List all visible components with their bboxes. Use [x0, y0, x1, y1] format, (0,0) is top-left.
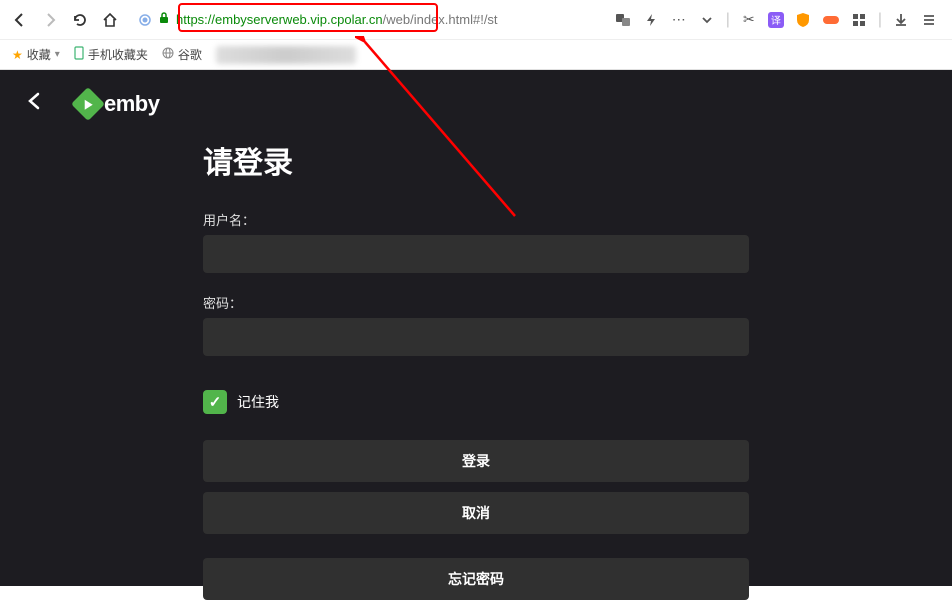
- password-label: 密码：: [203, 293, 749, 312]
- bookmark-google[interactable]: 谷歌: [162, 46, 202, 63]
- toolbar-right-icons: ⋯ | ✂ 译 |: [608, 11, 944, 29]
- back-arrow-button[interactable]: [24, 90, 52, 118]
- username-input[interactable]: [203, 235, 749, 273]
- remember-me-checkbox[interactable]: ✓: [203, 390, 227, 414]
- page-content: emby 请登录 用户名： 密码： ✓ 记住我 登录 取消 忘记密码: [0, 70, 952, 586]
- username-label: 用户名：: [203, 210, 749, 229]
- shield-icon[interactable]: [794, 11, 812, 29]
- browser-toolbar: https://embyserverweb.vip.cpolar.cn/web/…: [0, 0, 952, 40]
- page-header: emby: [0, 70, 952, 138]
- login-button[interactable]: 登录: [203, 440, 749, 482]
- check-icon: ✓: [209, 393, 222, 411]
- blurred-bookmark: [216, 46, 356, 64]
- more-icon[interactable]: ⋯: [670, 11, 688, 29]
- remember-me-row: ✓ 记住我: [203, 390, 749, 414]
- password-input[interactable]: [203, 318, 749, 356]
- emby-logo[interactable]: emby: [76, 91, 159, 117]
- menu-icon[interactable]: [920, 11, 938, 29]
- login-form: 请登录 用户名： 密码： ✓ 记住我 登录 取消 忘记密码: [91, 138, 861, 610]
- emby-play-icon: [71, 87, 105, 121]
- bookmark-mobile[interactable]: 手机收藏夹: [74, 46, 148, 63]
- bookmarks-bar: ★ 收藏 ▾ 手机收藏夹 谷歌: [0, 40, 952, 70]
- cancel-button[interactable]: 取消: [203, 492, 749, 534]
- lock-icon: [158, 12, 170, 27]
- bookmark-favorites[interactable]: ★ 收藏 ▾: [12, 46, 60, 63]
- nav-back-button[interactable]: [8, 8, 32, 32]
- url-bar[interactable]: https://embyserverweb.vip.cpolar.cn/web/…: [128, 5, 602, 35]
- star-icon: ★: [12, 48, 23, 62]
- nav-home-button[interactable]: [98, 8, 122, 32]
- chevron-down-icon: ▾: [55, 49, 60, 60]
- globe-icon: [162, 47, 174, 62]
- nav-reload-button[interactable]: [68, 8, 92, 32]
- login-title: 请登录: [203, 138, 749, 182]
- gamepad-icon[interactable]: [822, 11, 840, 29]
- download-icon[interactable]: [892, 11, 910, 29]
- mobile-icon: [74, 46, 84, 63]
- nav-forward-button[interactable]: [38, 8, 62, 32]
- scissors-icon[interactable]: ✂: [740, 11, 758, 29]
- forgot-password-button[interactable]: 忘记密码: [203, 558, 749, 600]
- radio-icon: [138, 13, 152, 27]
- translate-icon[interactable]: [614, 11, 632, 29]
- remember-me-label: 记住我: [237, 392, 279, 412]
- chevron-down-icon[interactable]: [698, 11, 716, 29]
- grid-icon[interactable]: [850, 11, 868, 29]
- url-text: https://embyserverweb.vip.cpolar.cn/web/…: [176, 12, 498, 27]
- translate-ext-icon[interactable]: 译: [768, 12, 784, 28]
- lightning-icon[interactable]: [642, 11, 660, 29]
